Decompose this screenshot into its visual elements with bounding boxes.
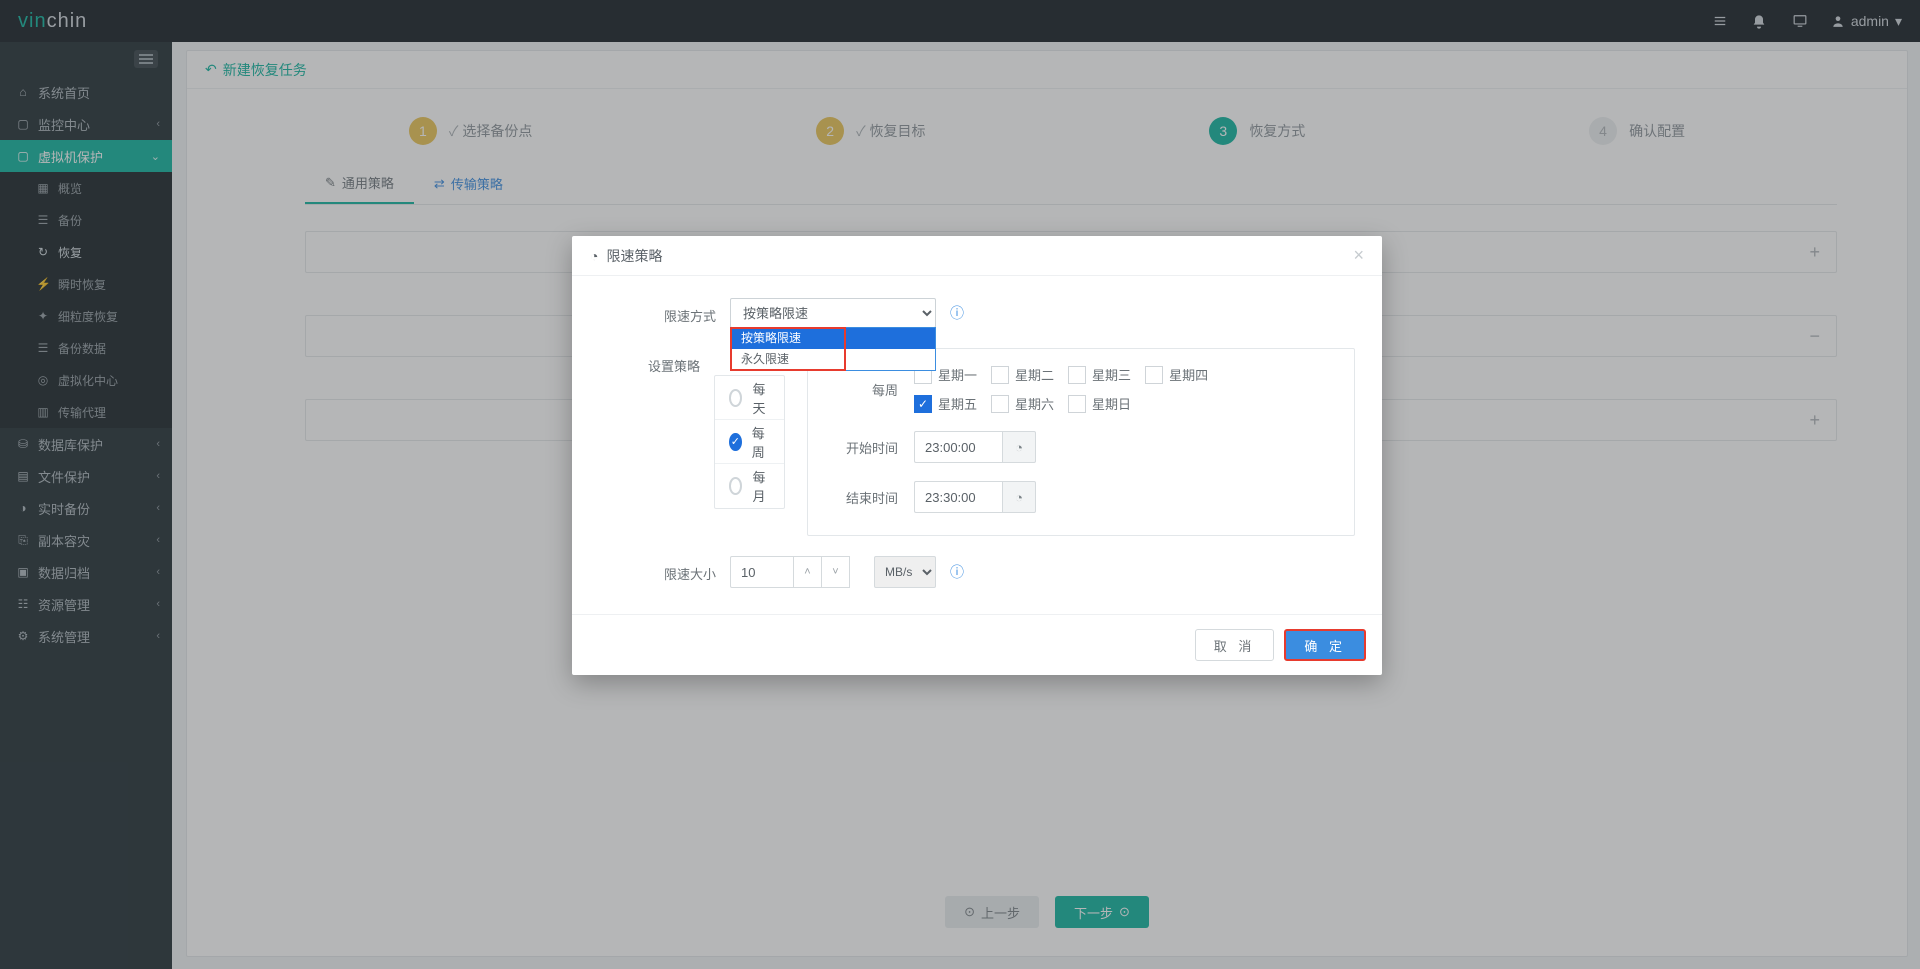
period-daily[interactable]: 每天 <box>715 376 784 420</box>
day-label: 星期三 <box>1092 365 1131 384</box>
period-daily-label: 每天 <box>752 379 770 417</box>
gauge-icon: ◔ <box>590 248 598 264</box>
row-policy: 设置策略 每天 每周 每月 每周 星期一 星期二 星期三 星期四 ✓ 星期五 星期六 星期日 … <box>632 348 1354 536</box>
cancel-button[interactable]: 取 消 <box>1195 629 1275 661</box>
end-row: 结束时间 ◔ <box>828 481 1334 513</box>
day-5[interactable]: 星期六 <box>991 394 1054 413</box>
start-label: 开始时间 <box>828 438 898 457</box>
speed-spinner: ˄ ˅ <box>730 556 850 588</box>
checkbox-icon: ✓ <box>914 395 932 413</box>
info-icon[interactable]: ⓘ <box>950 562 964 582</box>
modal-header: ◔ 限速策略 × <box>572 236 1382 276</box>
radio-checked-icon <box>729 433 742 451</box>
day-2[interactable]: 星期三 <box>1068 365 1131 384</box>
day-4[interactable]: ✓ 星期五 <box>914 394 977 413</box>
unit-select[interactable]: MB/s <box>874 556 936 588</box>
cancel-label: 取 消 <box>1214 636 1256 655</box>
clock-icon: ◔ <box>1015 440 1023 455</box>
day-label: 星期五 <box>938 394 977 413</box>
period-box: 每天 每周 每月 <box>714 375 785 509</box>
mode-select-wrap: 按策略限速 按策略限速 永久限速 <box>730 298 936 328</box>
mode-option-policy[interactable]: 按策略限速 <box>731 328 935 349</box>
mode-select[interactable]: 按策略限速 <box>730 298 936 328</box>
day-1[interactable]: 星期二 <box>991 365 1054 384</box>
ok-label: 确 定 <box>1304 636 1346 655</box>
info-icon[interactable]: ⓘ <box>950 303 964 323</box>
day-label: 星期四 <box>1169 365 1208 384</box>
policy-label: 设置策略 <box>632 348 700 375</box>
period-weekly-label: 每周 <box>752 423 770 461</box>
checkbox-icon <box>1145 366 1163 384</box>
row-speed: 限速大小 ˄ ˅ MB/s ⓘ <box>632 556 1354 588</box>
period-weekly[interactable]: 每周 <box>715 420 784 464</box>
end-clock-button[interactable]: ◔ <box>1002 481 1036 513</box>
start-time-input[interactable] <box>914 431 1002 463</box>
start-row: 开始时间 ◔ <box>828 431 1334 463</box>
period-monthly-label: 每月 <box>752 467 770 505</box>
day-label: 星期二 <box>1015 365 1054 384</box>
modal-body: 限速方式 按策略限速 按策略限速 永久限速 ⓘ 设置策略 <box>572 276 1382 614</box>
ok-button[interactable]: 确 定 <box>1284 629 1366 661</box>
checkbox-icon <box>991 395 1009 413</box>
day-label: 星期六 <box>1015 394 1054 413</box>
start-clock-button[interactable]: ◔ <box>1002 431 1036 463</box>
end-label: 结束时间 <box>828 488 898 507</box>
speed-down-button[interactable]: ˅ <box>822 556 850 588</box>
day-6[interactable]: 星期日 <box>1068 394 1131 413</box>
radio-icon <box>729 477 742 495</box>
policy-right-panel: 每周 星期一 星期二 星期三 星期四 ✓ 星期五 星期六 星期日 开始时间 ◔ 结束时间 ◔ <box>807 348 1355 536</box>
checkbox-icon <box>1068 395 1086 413</box>
row-mode: 限速方式 按策略限速 按策略限速 永久限速 ⓘ <box>632 298 1354 328</box>
end-time-input[interactable] <box>914 481 1002 513</box>
mode-label: 限速方式 <box>632 298 716 325</box>
weekly-days-row: 每周 星期一 星期二 星期三 星期四 ✓ 星期五 星期六 星期日 <box>828 365 1334 413</box>
speed-input[interactable] <box>730 556 794 588</box>
day-grid: 星期一 星期二 星期三 星期四 ✓ 星期五 星期六 星期日 <box>914 365 1334 413</box>
close-icon[interactable]: × <box>1353 245 1364 266</box>
period-monthly[interactable]: 每月 <box>715 464 784 508</box>
speedlimit-modal: ◔ 限速策略 × 限速方式 按策略限速 按策略限速 永久限速 ⓘ <box>572 236 1382 675</box>
checkbox-icon <box>991 366 1009 384</box>
modal-title: 限速策略 <box>606 246 662 266</box>
chevron-down-icon: ˅ <box>832 566 838 578</box>
radio-icon <box>729 389 742 407</box>
speed-up-button[interactable]: ˄ <box>794 556 822 588</box>
mode-dropdown-open: 按策略限速 永久限速 <box>730 327 936 371</box>
speed-label: 限速大小 <box>632 556 716 583</box>
day-3[interactable]: 星期四 <box>1145 365 1208 384</box>
weekly-label: 每周 <box>828 380 898 399</box>
mode-option-permanent[interactable]: 永久限速 <box>731 349 935 370</box>
clock-icon: ◔ <box>1015 490 1023 505</box>
day-label: 星期日 <box>1092 394 1131 413</box>
day-label: 星期一 <box>938 365 977 384</box>
chevron-up-icon: ˄ <box>804 566 810 578</box>
checkbox-icon <box>1068 366 1086 384</box>
modal-footer: 取 消 确 定 <box>572 614 1382 675</box>
